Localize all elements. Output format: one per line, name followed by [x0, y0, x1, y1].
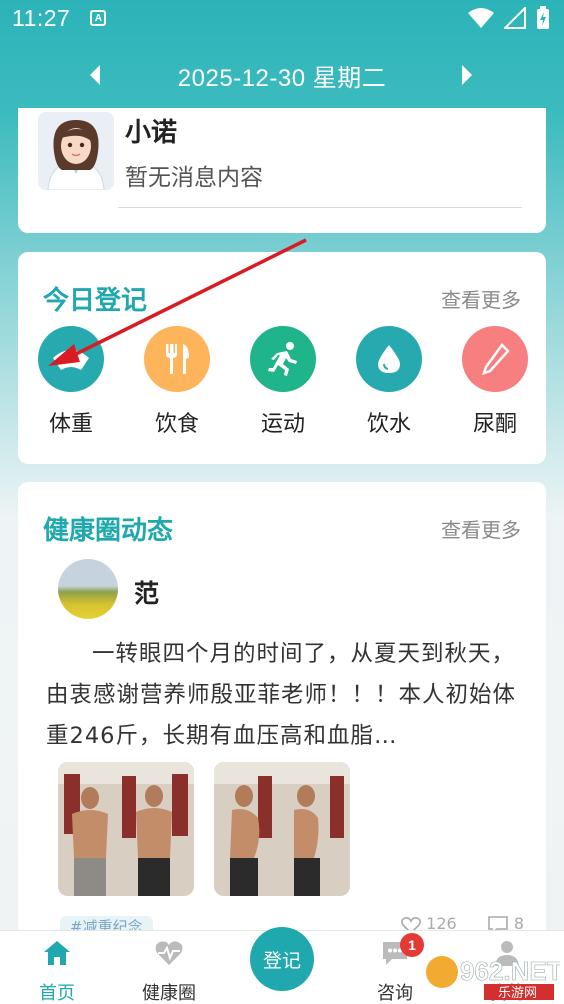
chevron-left-icon[interactable]	[86, 63, 106, 87]
svg-text:乐游网: 乐游网	[498, 986, 537, 1000]
scale-icon	[38, 326, 104, 392]
nav-health-circle[interactable]: 健康圈	[124, 939, 214, 1004]
post-photo[interactable]	[58, 762, 194, 896]
record-ketone-label: 尿酮	[472, 412, 517, 437]
divider	[118, 207, 522, 208]
status-bar: 11:27 A	[0, 0, 564, 36]
assistant-name: 小诺	[125, 118, 178, 148]
battery-charging-icon	[537, 6, 549, 29]
health-circle-more-link[interactable]: 查看更多	[441, 514, 521, 543]
svg-text:962.NET: 962.NET	[460, 956, 560, 986]
water-drop-icon	[356, 326, 422, 392]
nav-home[interactable]: 首页	[12, 939, 102, 1004]
record-exercise-label: 运动	[260, 412, 305, 437]
post-photo[interactable]	[214, 762, 350, 896]
chevron-right-icon[interactable]	[456, 63, 476, 87]
signal-icon	[504, 7, 526, 29]
watermark-logo: 962.NET 乐游网	[426, 956, 560, 1000]
today-record-more-link[interactable]: 查看更多	[441, 284, 521, 313]
post-user-name[interactable]: 范	[134, 574, 159, 610]
health-circle-title: 健康圈动态	[43, 516, 174, 546]
post-user-avatar[interactable]	[58, 559, 118, 619]
date-bar: 2025-12-30 星期二	[0, 50, 564, 100]
running-icon	[250, 326, 316, 392]
nav-record-button[interactable]: 登记	[250, 927, 314, 991]
record-weight[interactable]: 体重	[36, 326, 106, 438]
record-exercise[interactable]: 运动	[248, 326, 318, 438]
test-strip-icon	[462, 326, 528, 392]
message-content: 暂无消息内容	[125, 165, 263, 191]
record-diet-label: 饮食	[154, 412, 199, 437]
home-icon	[44, 941, 70, 965]
status-time: 11:27	[12, 4, 71, 31]
nav-health-circle-label: 健康圈	[142, 983, 196, 1004]
record-water-label: 饮水	[366, 412, 411, 437]
unread-badge: 1	[400, 933, 424, 957]
heart-pulse-icon	[155, 941, 183, 965]
health-circle-card: 健康圈动态 查看更多 范 一转眼四个月的时间了，从夏天到秋天，由衷感谢营养师殷亚…	[18, 482, 546, 942]
record-water[interactable]: 饮水	[354, 326, 424, 438]
fork-knife-icon	[144, 326, 210, 392]
assistant-avatar	[38, 112, 114, 190]
post-text[interactable]: 一转眼四个月的时间了，从夏天到秋天，由衷感谢营养师殷亚菲老师！！！本人初始体重2…	[46, 634, 528, 757]
today-record-card: 今日登记 查看更多 体重 饮食 运动 饮水 尿酮	[18, 252, 546, 464]
record-diet[interactable]: 饮食	[142, 326, 212, 438]
assistant-message-card[interactable]: 小诺 暂无消息内容	[18, 108, 546, 233]
record-ketone[interactable]: 尿酮	[460, 326, 530, 438]
nav-home-label: 首页	[39, 983, 75, 1004]
today-record-title: 今日登记	[43, 286, 148, 316]
record-weight-label: 体重	[48, 412, 93, 437]
wifi-icon	[468, 8, 494, 28]
app-notification-icon: A	[90, 10, 107, 26]
status-icons	[468, 6, 550, 30]
current-date[interactable]: 2025-12-30 星期二	[178, 58, 386, 93]
